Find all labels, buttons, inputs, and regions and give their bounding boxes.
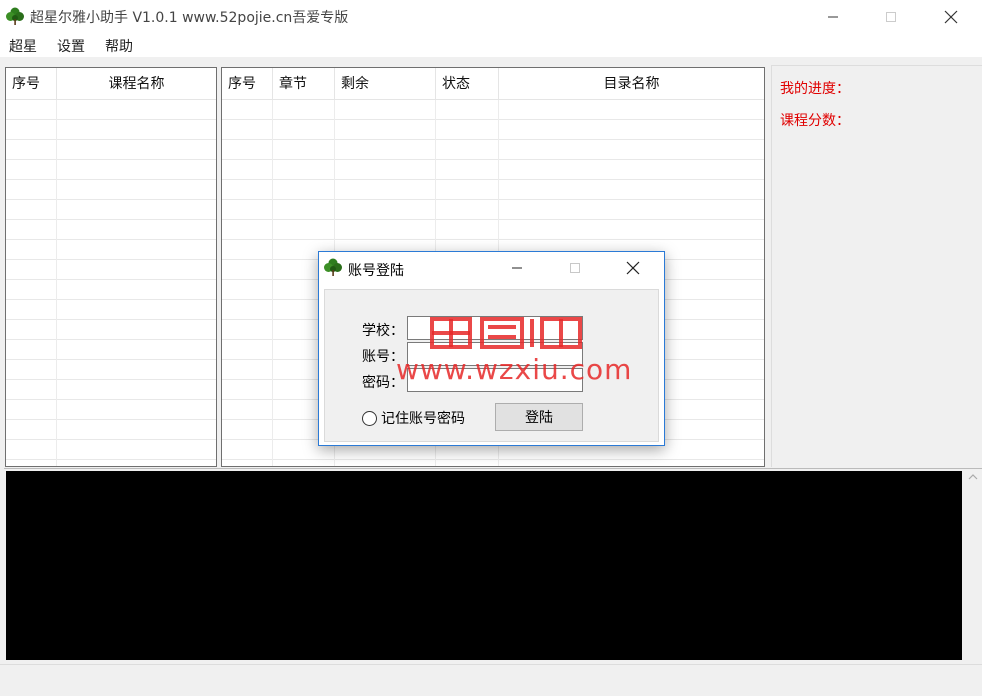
menu-bar: 超星 设置 帮助 xyxy=(0,33,982,57)
title-bar: 超星尔雅小助手 V1.0.1 www.52pojie.cn吾爱专版 xyxy=(0,0,982,33)
progress-label: 我的进度： xyxy=(780,81,850,97)
close-icon xyxy=(626,261,640,275)
console-scrollbar[interactable] xyxy=(964,469,982,663)
column-header-index[interactable]: 序号 xyxy=(6,68,57,100)
log-console-container xyxy=(4,468,982,663)
info-panel: 我的进度： 课程分数： xyxy=(771,65,982,467)
clover-icon xyxy=(324,258,342,276)
maximize-icon xyxy=(886,11,896,22)
minimize-icon xyxy=(512,267,522,269)
maximize-button[interactable] xyxy=(868,0,914,33)
score-label: 课程分数： xyxy=(780,113,850,129)
column-header-chapter[interactable]: 章节 xyxy=(273,68,335,100)
close-button[interactable] xyxy=(928,0,974,33)
school-label: 学校： xyxy=(362,323,404,339)
course-list-header: 序号 课程名称 xyxy=(6,68,216,100)
login-button[interactable]: 登陆 xyxy=(495,403,583,431)
window-title: 超星尔雅小助手 V1.0.1 www.52pojie.cn吾爱专版 xyxy=(30,10,349,26)
school-input[interactable] xyxy=(407,316,583,340)
menu-chaoxing[interactable]: 超星 xyxy=(9,36,37,56)
column-divider xyxy=(56,68,57,466)
log-console[interactable] xyxy=(6,471,962,660)
dialog-title: 账号登陆 xyxy=(348,263,404,279)
password-label: 密码： xyxy=(362,375,404,391)
dialog-maximize-button[interactable] xyxy=(553,252,597,284)
course-list-table[interactable]: 序号 课程名称 xyxy=(5,67,217,467)
scroll-up-icon[interactable] xyxy=(964,473,982,487)
maximize-icon xyxy=(570,263,580,273)
login-form: 学校： 账号： 密码： 记住账号密码 登陆 xyxy=(324,289,659,442)
column-divider xyxy=(272,68,273,466)
account-label: 账号： xyxy=(362,349,404,365)
column-header-status[interactable]: 状态 xyxy=(436,68,499,100)
radio-icon[interactable] xyxy=(362,410,377,426)
dialog-minimize-button[interactable] xyxy=(495,252,539,284)
menu-help[interactable]: 帮助 xyxy=(105,36,133,56)
remember-label: 记住账号密码 xyxy=(381,411,465,427)
minimize-icon xyxy=(828,16,838,17)
column-header-remaining[interactable]: 剩余 xyxy=(335,68,436,100)
close-icon xyxy=(944,10,958,23)
menu-settings[interactable]: 设置 xyxy=(57,36,85,56)
column-header-directory-name[interactable]: 目录名称 xyxy=(499,68,764,100)
login-dialog: 账号登陆 学校： 账号： 密码： 记住账号密码 登陆 xyxy=(318,251,665,446)
course-list-body[interactable] xyxy=(6,100,216,466)
chapter-list-header: 序号 章节 剩余 状态 目录名称 xyxy=(222,68,764,100)
minimize-button[interactable] xyxy=(810,0,856,33)
column-header-course-name[interactable]: 课程名称 xyxy=(57,68,216,100)
clover-icon xyxy=(6,7,24,25)
column-header-index[interactable]: 序号 xyxy=(222,68,273,100)
status-bar xyxy=(0,664,982,696)
remember-credentials-radio[interactable]: 记住账号密码 xyxy=(362,408,465,428)
dialog-close-button[interactable] xyxy=(611,252,655,284)
account-input[interactable] xyxy=(407,342,583,366)
password-input[interactable] xyxy=(407,368,583,392)
